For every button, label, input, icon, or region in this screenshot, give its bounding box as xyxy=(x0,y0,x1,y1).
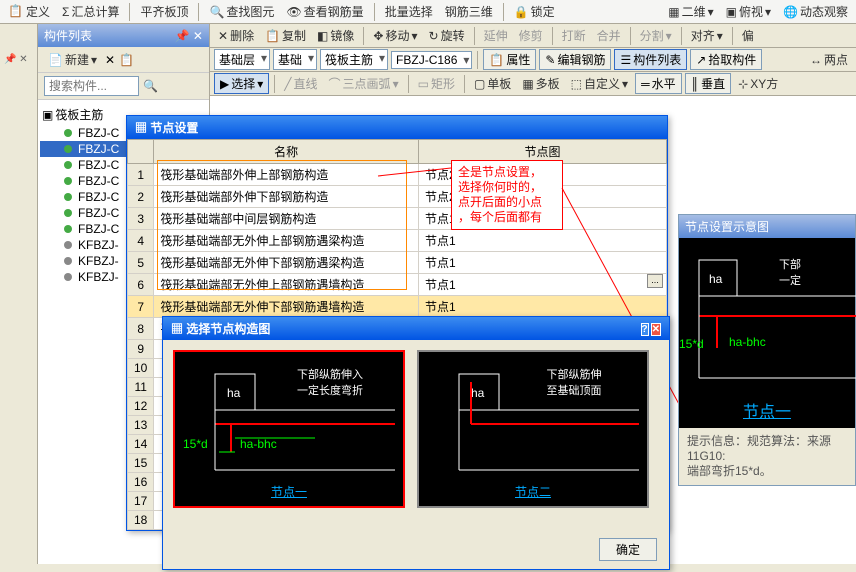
tb-rect: ▭矩形 xyxy=(414,74,459,93)
tb-find[interactable]: 🔍查找图元 xyxy=(205,2,278,21)
svg-text:ha: ha xyxy=(227,386,241,400)
tree-title: 构件列表 xyxy=(44,27,92,44)
close-icon[interactable]: ✕ xyxy=(105,53,115,67)
tb-extend: 延伸 xyxy=(480,26,512,45)
help-button[interactable]: ? xyxy=(641,323,649,336)
tb-align-slab[interactable]: 平齐板顶 xyxy=(136,2,192,21)
tb-merge: 合并 xyxy=(593,26,625,45)
tree-header: 构件列表 📌 ✕ xyxy=(38,24,209,47)
tb-sum[interactable]: Σ 汇总计算 xyxy=(58,2,123,21)
tb-rotate[interactable]: ↻旋转 xyxy=(425,26,469,45)
main-toolbar-1: ✕删除 📋复制 ◧镜像 ✥移动 ▾ ↻旋转 延伸 修剪 打断 合并 分割 ▾ 对… xyxy=(210,24,856,48)
btn-member-list[interactable]: ☰构件列表 xyxy=(614,49,687,70)
preview-title: 节点设置示意图 xyxy=(679,215,855,238)
diagram-1-label: 节点一 xyxy=(175,483,403,500)
table-row[interactable]: 7筏形基础端部无外伸下部钢筋遇墙构造节点1 xyxy=(128,296,667,318)
close-tab[interactable]: 📌 ✕ xyxy=(4,54,32,65)
define-icon: 📋 xyxy=(8,4,24,20)
combo-type[interactable]: 筏板主筋 xyxy=(320,49,388,70)
node-dlg-title[interactable]: ▦ 节点设置 xyxy=(127,116,667,139)
diagram-2[interactable]: ha 下部纵筋伸 至基础顶面 节点二 xyxy=(417,350,649,508)
diagram-1-desc: 下部纵筋伸入 一定长度弯折 xyxy=(265,366,395,398)
ellipsis-button[interactable]: ... xyxy=(647,274,663,288)
svg-text:15*d: 15*d xyxy=(183,437,208,451)
tb-move[interactable]: ✥移动 ▾ xyxy=(369,26,421,45)
tb-two-point[interactable]: ↔两点 xyxy=(806,50,852,69)
tb-offset[interactable]: 偏 xyxy=(738,26,758,45)
diagram-1[interactable]: ha 15*d ha-bhc 下部纵筋伸入 一定长度弯折 节点一 xyxy=(173,350,405,508)
svg-text:ha: ha xyxy=(709,272,723,286)
app-icon: ▦ xyxy=(171,322,183,336)
left-strip: 📌 ✕ xyxy=(0,24,38,564)
tb-view-rebar[interactable]: 👁查看钢筋量 xyxy=(282,2,367,21)
tb-multi-slab[interactable]: ▦多板 xyxy=(518,74,563,93)
ok-button[interactable]: 确定 xyxy=(599,538,657,561)
btn-edit-rebar[interactable]: ✎编辑钢筋 xyxy=(539,49,611,70)
tb-orbit[interactable]: 🌐动态观察 xyxy=(779,2,852,21)
tb-horiz[interactable]: ═水平 xyxy=(635,73,682,94)
svg-text:ha-bhc: ha-bhc xyxy=(729,335,766,349)
search-input[interactable] xyxy=(44,76,139,96)
tb-xy[interactable]: ⊹XY方 xyxy=(734,74,782,93)
tb-break: 打断 xyxy=(558,26,590,45)
app-icon: ▦ xyxy=(135,121,147,135)
tb-lock[interactable]: 🔒锁定 xyxy=(510,2,559,21)
combo-category[interactable]: 基础 xyxy=(273,49,317,70)
hint-text: 提示信息：规范算法：来源11G10: 端部弯折15*d。 xyxy=(679,428,855,485)
sel-dlg-title[interactable]: ▦ 选择节点构造图 ?✕ xyxy=(163,317,669,340)
diagram-2-label: 节点二 xyxy=(419,483,647,500)
tb-split: 分割 ▾ xyxy=(636,26,676,45)
tb-arc: ⌒三点画弧 ▾ xyxy=(325,74,403,93)
diagram-2-desc: 下部纵筋伸 至基础顶面 xyxy=(509,366,639,398)
search-icon[interactable]: 🔍 xyxy=(143,79,158,93)
tb-copy[interactable]: 📋复制 xyxy=(261,26,310,45)
tb-align[interactable]: 对齐 ▾ xyxy=(687,26,727,45)
highlight-box-names xyxy=(157,160,407,290)
tree-toolbar: 📄新建 ▾ ✕ 📋 xyxy=(38,47,209,73)
copy-icon[interactable]: 📋 xyxy=(119,53,134,67)
pin-icon[interactable]: 📌 ✕ xyxy=(175,29,203,43)
tree-search-bar: 🔍 xyxy=(38,73,209,100)
combo-floor[interactable]: 基础层 xyxy=(214,49,270,70)
tb-top-view[interactable]: ▣俯视 ▾ xyxy=(722,2,775,21)
tb-2d[interactable]: ▦二维 ▾ xyxy=(664,2,717,21)
tb-define[interactable]: 📋定义 xyxy=(4,2,54,21)
select-diagram-dialog: ▦ 选择节点构造图 ?✕ ha 15*d ha-bhc 下部纵筋伸入 一定长度弯… xyxy=(162,316,670,570)
svg-text:15*d: 15*d xyxy=(679,337,704,351)
tb-rebar-3d[interactable]: 钢筋三维 xyxy=(441,2,497,21)
tb-trim: 修剪 xyxy=(515,26,547,45)
svg-text:ha: ha xyxy=(471,386,485,400)
top-toolbar: 📋定义 Σ 汇总计算 平齐板顶 🔍查找图元 👁查看钢筋量 批量选择 钢筋三维 🔒… xyxy=(0,0,856,24)
tb-custom[interactable]: ⬚自定义 ▾ xyxy=(567,74,632,93)
btn-select[interactable]: ▶选择 ▾ xyxy=(214,73,269,94)
btn-props[interactable]: 📋属性 xyxy=(483,49,536,70)
tb-line: ╱直线 xyxy=(280,74,321,93)
tb-single-slab[interactable]: ▢单板 xyxy=(470,74,515,93)
combo-member[interactable]: FBZJ-C186 xyxy=(391,51,472,69)
tb-batch-select[interactable]: 批量选择 xyxy=(381,2,437,21)
preview-diagram: ha 15*d ha-bhc 下部 一定 节点一 xyxy=(679,238,855,428)
close-button[interactable]: ✕ xyxy=(651,323,661,336)
main-toolbar-2: 基础层 基础 筏板主筋 FBZJ-C186 📋属性 ✎编辑钢筋 ☰构件列表 ↗拾… xyxy=(210,48,856,72)
tb-vert[interactable]: ║垂直 xyxy=(685,73,732,94)
callout-note: 全是节点设置， 选择你何时的， 点开后面的小点 ，每个后面都有 xyxy=(451,160,563,230)
tb-mirror[interactable]: ◧镜像 xyxy=(313,26,358,45)
preview-panel: 节点设置示意图 ha 15*d ha-bhc 下部 一定 节点一 提示信息：规范… xyxy=(678,214,856,486)
svg-text:ha-bhc: ha-bhc xyxy=(240,437,277,451)
new-button[interactable]: 📄新建 ▾ xyxy=(44,50,101,69)
main-toolbar-3: ▶选择 ▾ ╱直线 ⌒三点画弧 ▾ ▭矩形 ▢单板 ▦多板 ⬚自定义 ▾ ═水平… xyxy=(210,72,856,96)
btn-pick[interactable]: ↗拾取构件 xyxy=(690,49,762,70)
tb-delete[interactable]: ✕删除 xyxy=(214,26,258,45)
